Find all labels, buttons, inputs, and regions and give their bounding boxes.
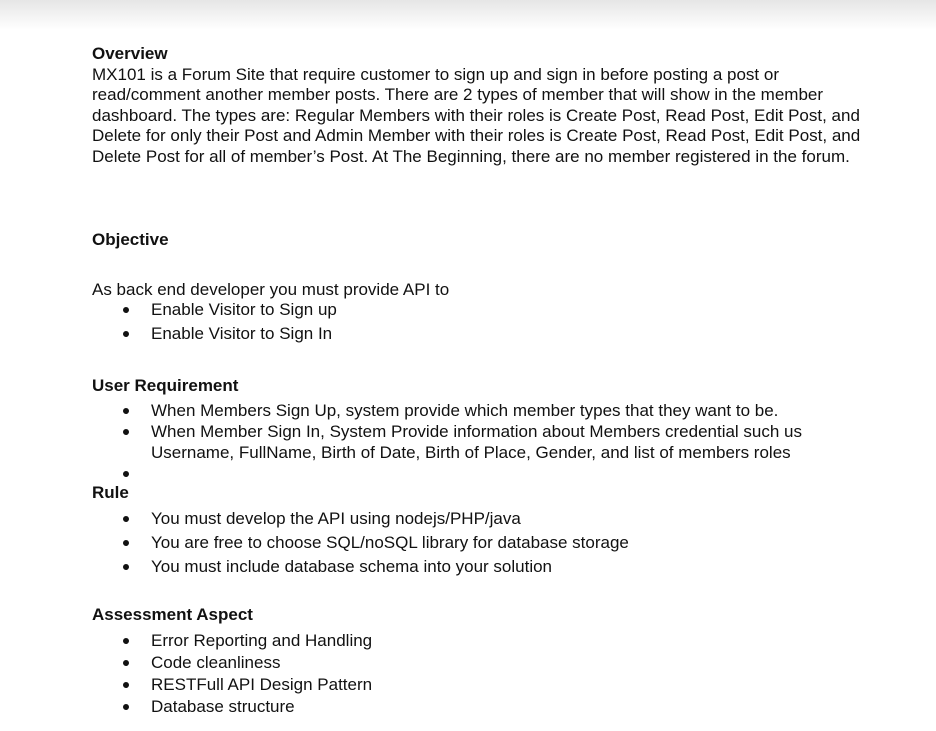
rule-section: Rule You must develop the API using node…	[92, 483, 862, 581]
list-item: Code cleanliness	[92, 653, 862, 674]
bullet-icon	[123, 539, 129, 546]
assessment-section: Assessment Aspect Error Reporting and Ha…	[92, 605, 862, 719]
bullet-icon	[123, 703, 129, 710]
list-item: Enable Visitor to Sign up	[92, 300, 862, 321]
list-item	[92, 464, 862, 485]
objective-item-text: Enable Visitor to Sign In	[151, 323, 333, 343]
rule-heading: Rule	[92, 483, 129, 502]
list-item: Database structure	[92, 697, 862, 718]
overview-paragraph: MX101 is a Forum Site that require custo…	[92, 64, 861, 166]
assessment-item-text: RESTFull API Design Pattern	[151, 674, 373, 694]
top-shadow	[0, 0, 936, 30]
list-item: You are free to choose SQL/noSQL library…	[92, 533, 862, 554]
objective-item-text: Enable Visitor to Sign up	[151, 300, 337, 320]
rule-item-text: You must include database schema into yo…	[151, 556, 553, 576]
user-requirement-item-text: When Member Sign In, System Provide info…	[151, 422, 803, 462]
user-requirement-heading: User Requirement	[92, 376, 239, 395]
bullet-icon	[123, 659, 129, 666]
bullet-icon	[123, 681, 129, 688]
list-item: You must develop the API using nodejs/PH…	[92, 509, 862, 530]
assessment-item-text: Code cleanliness	[151, 652, 281, 672]
bullet-icon	[123, 515, 129, 522]
bullet-icon	[123, 407, 129, 414]
bullet-icon	[123, 637, 129, 644]
bullet-icon	[123, 563, 129, 570]
list-item: RESTFull API Design Pattern	[92, 675, 862, 696]
rule-list: You must develop the API using nodejs/PH…	[92, 509, 862, 578]
bullet-icon	[123, 429, 129, 436]
bullet-icon	[123, 307, 129, 314]
objective-intro: As back end developer you must provide A…	[92, 279, 450, 299]
objective-heading: Objective	[92, 230, 169, 249]
assessment-list: Error Reporting and Handling Code cleanl…	[92, 631, 862, 718]
bullet-icon	[123, 471, 129, 478]
list-item: Enable Visitor to Sign In	[92, 324, 862, 345]
assessment-item-text: Database structure	[151, 696, 295, 716]
objective-section: Objective As back end developer you must…	[92, 230, 862, 347]
list-item: When Members Sign Up, system provide whi…	[92, 401, 862, 422]
user-requirement-list: When Members Sign Up, system provide whi…	[92, 401, 862, 485]
list-item: Error Reporting and Handling	[92, 631, 862, 652]
list-item: When Member Sign In, System Provide info…	[92, 422, 862, 463]
objective-list: Enable Visitor to Sign up Enable Visitor…	[92, 300, 862, 344]
bullet-icon	[123, 330, 129, 337]
user-requirement-item-text: When Members Sign Up, system provide whi…	[151, 400, 779, 420]
overview-section: Overview MX101 is a Forum Site that requ…	[92, 44, 862, 168]
list-item: You must include database schema into yo…	[92, 557, 862, 578]
rule-item-text: You must develop the API using nodejs/PH…	[151, 508, 521, 528]
user-requirement-section: User Requirement When Members Sign Up, s…	[92, 376, 862, 485]
assessment-item-text: Error Reporting and Handling	[151, 630, 373, 650]
assessment-heading: Assessment Aspect	[92, 605, 253, 624]
overview-heading: Overview	[92, 44, 168, 63]
rule-item-text: You are free to choose SQL/noSQL library…	[151, 532, 629, 552]
